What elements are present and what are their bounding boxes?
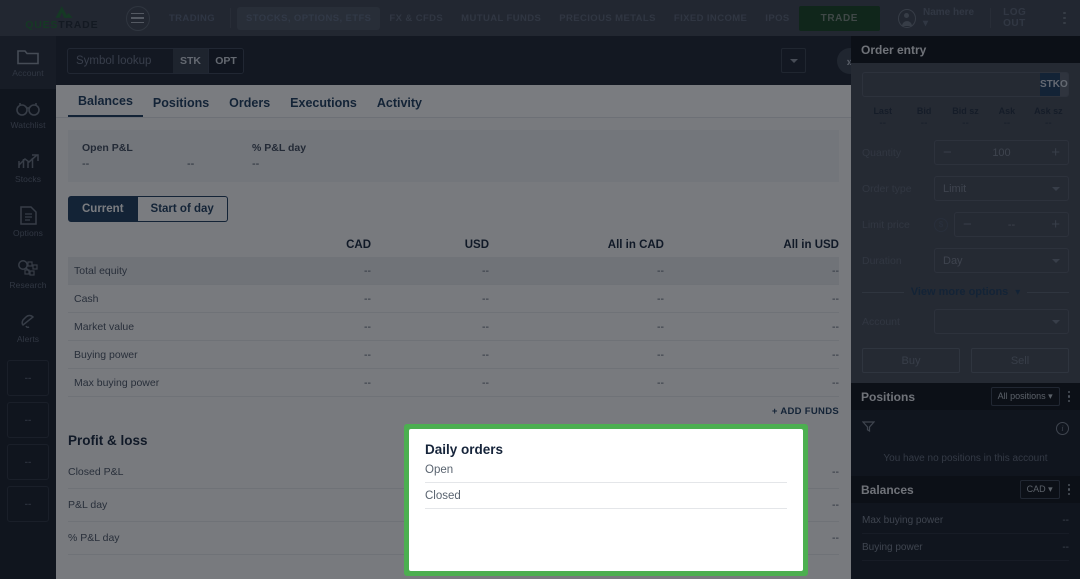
daily-orders-modal: Daily orders Open Closed bbox=[404, 424, 808, 576]
page-title: Daily orders bbox=[425, 442, 787, 457]
daily-orders-open-item[interactable]: Open bbox=[425, 457, 787, 483]
app-root: QUESTRADE TRADING STOCKS, OPTIONS, ETFS … bbox=[0, 0, 1080, 579]
daily-orders-closed-item[interactable]: Closed bbox=[425, 483, 787, 509]
